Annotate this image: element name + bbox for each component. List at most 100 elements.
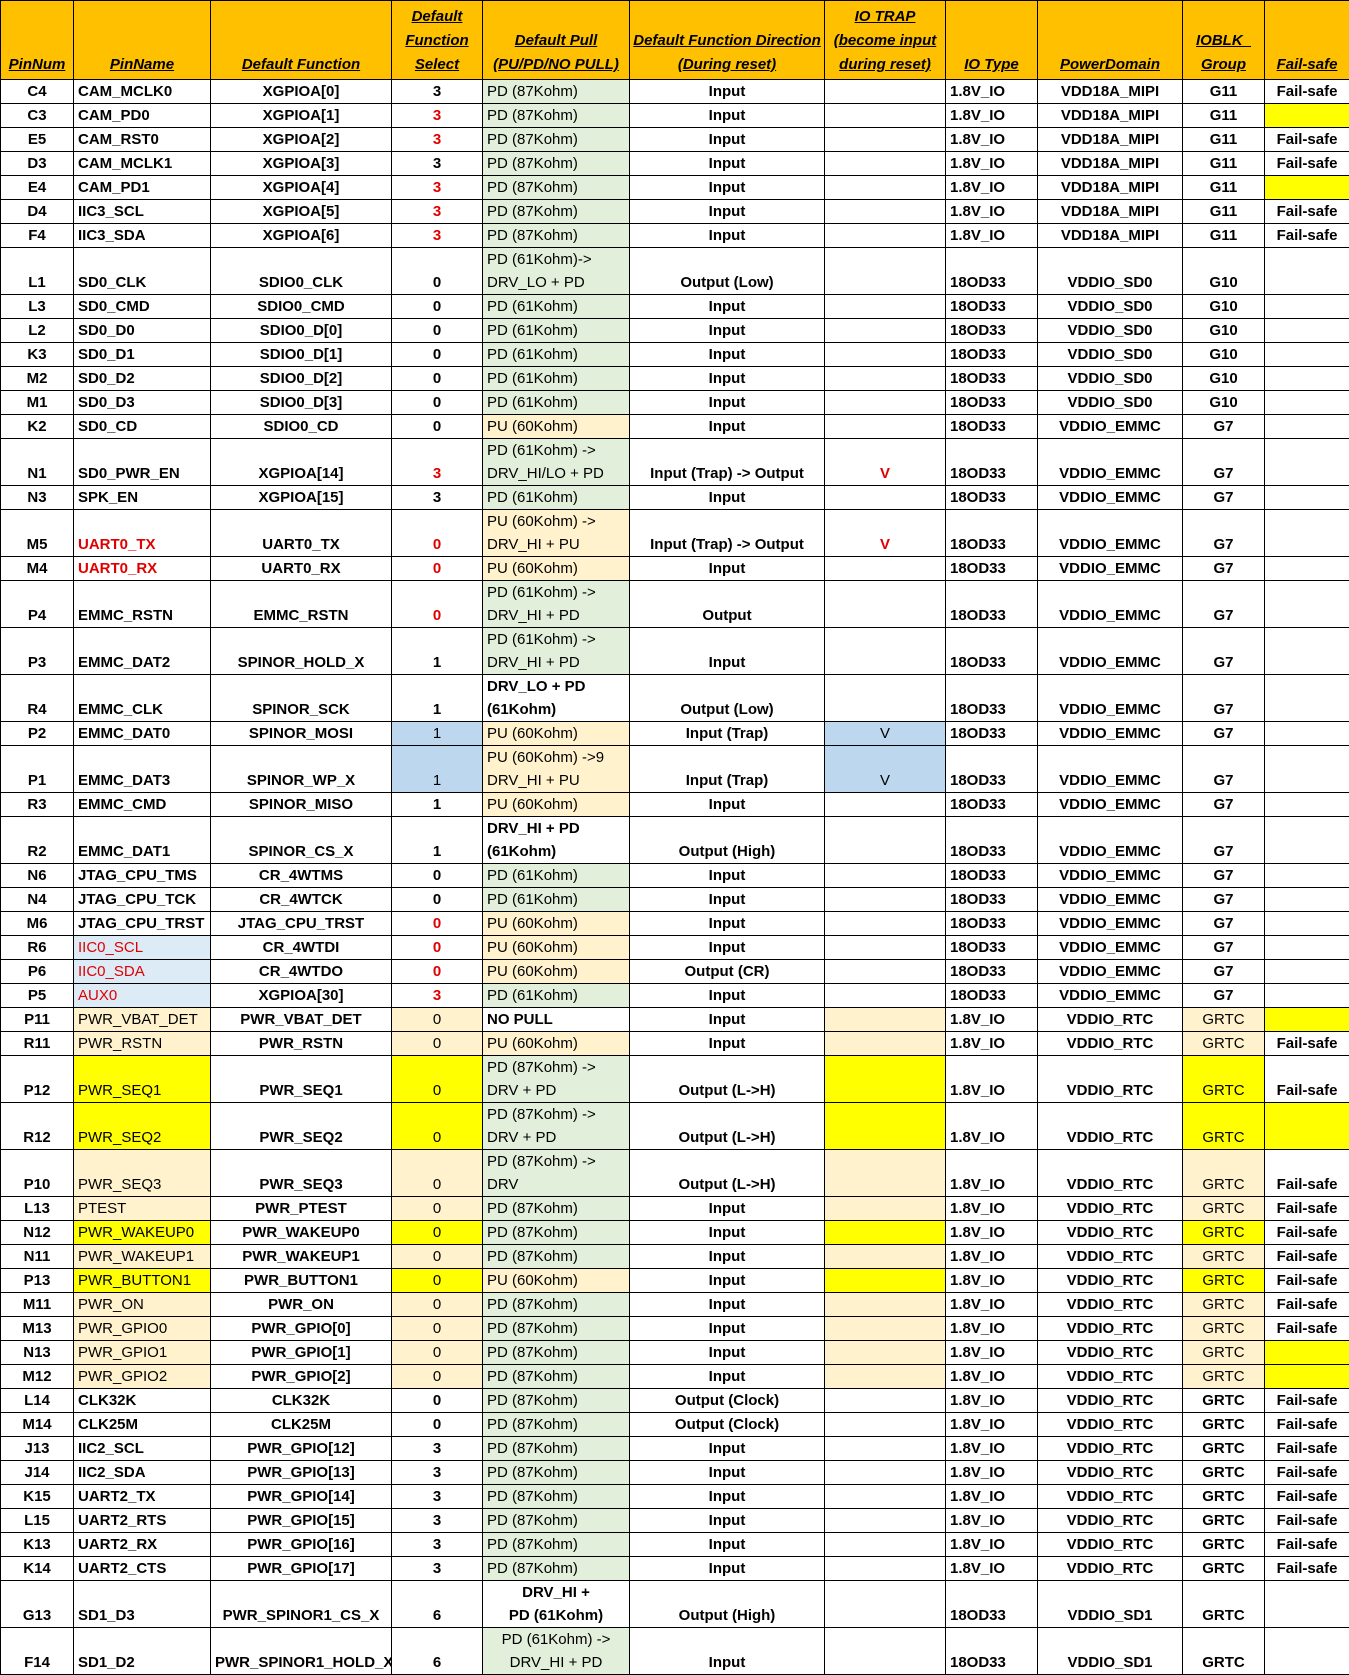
table-row: R11PWR_RSTNPWR_RSTN0PU (60Kohm)Input1.8V… [1, 1032, 1349, 1056]
default-pull-cell: PD (61Kohm) ->DRV_HI + PD [483, 628, 630, 675]
pull-line: PD (87Kohm) [487, 1461, 625, 1484]
fail-safe-cell [1265, 486, 1349, 510]
direction-cell: Input [630, 1557, 825, 1581]
io-type-cell: 18OD33 [946, 391, 1038, 415]
pin-num-cell: P3 [1, 628, 74, 675]
table-row: M1SD0_D3SDIO0_D[3]0PD (61Kohm)Input18OD3… [1, 391, 1349, 415]
pin-name-cell: AUX0 [74, 984, 211, 1008]
direction-cell: Output [630, 581, 825, 628]
function-select-cell: 0 [392, 581, 483, 628]
default-pull-cell: PU (60Kohm) [483, 912, 630, 936]
io-trap-cell [825, 391, 946, 415]
fail-safe-cell: Fail-safe [1265, 1317, 1349, 1341]
io-trap-cell [825, 557, 946, 581]
io-trap-cell [825, 367, 946, 391]
io-type-cell: 18OD33 [946, 581, 1038, 628]
fail-safe-cell: Fail-safe [1265, 1509, 1349, 1533]
io-type-cell: 1.8V_IO [946, 128, 1038, 152]
io-type-cell: 1.8V_IO [946, 152, 1038, 176]
power-domain-cell: VDDIO_EMMC [1038, 888, 1183, 912]
io-trap-cell [825, 581, 946, 628]
pin-num-cell: P12 [1, 1056, 74, 1103]
pull-line: PD (87Kohm) -> [487, 1056, 625, 1079]
pull-line: PD (87Kohm) [487, 1413, 625, 1436]
pull-line: PD (61Kohm) -> [487, 628, 625, 651]
default-function-cell: JTAG_CPU_TRST [211, 912, 392, 936]
table-row: N6JTAG_CPU_TMSCR_4WTMS0PD (61Kohm)Input1… [1, 864, 1349, 888]
io-type-cell: 18OD33 [946, 510, 1038, 557]
io-type-cell: 18OD33 [946, 984, 1038, 1008]
default-pull-cell: PD (87Kohm) [483, 1461, 630, 1485]
pin-name-cell: CAM_MCLK1 [74, 152, 211, 176]
io-type-cell: 18OD33 [946, 1581, 1038, 1628]
power-domain-cell: VDDIO_RTC [1038, 1413, 1183, 1437]
function-select-cell: 3 [392, 439, 483, 486]
io-trap-cell [825, 248, 946, 295]
function-select-cell: 3 [392, 1485, 483, 1509]
pin-name-cell: UART2_RX [74, 1533, 211, 1557]
direction-cell: Input [630, 1365, 825, 1389]
pin-num-cell: K3 [1, 343, 74, 367]
function-select-cell: 1 [392, 746, 483, 793]
io-trap-cell [825, 1365, 946, 1389]
fail-safe-cell [1265, 1341, 1349, 1365]
pull-line: PU (60Kohm) [487, 722, 625, 745]
fail-safe-cell: Fail-safe [1265, 1437, 1349, 1461]
io-type-cell: 1.8V_IO [946, 224, 1038, 248]
io-type-cell: 1.8V_IO [946, 1389, 1038, 1413]
default-pull-cell: PD (61Kohm) [483, 295, 630, 319]
io-trap-cell [825, 224, 946, 248]
fail-safe-cell [1265, 581, 1349, 628]
direction-cell: Input [630, 1485, 825, 1509]
function-select-cell: 3 [392, 984, 483, 1008]
direction-cell: Input [630, 319, 825, 343]
ioblk-group-cell: G7 [1183, 912, 1265, 936]
pull-line: PD (61Kohm) [487, 367, 625, 390]
io-trap-cell [825, 1293, 946, 1317]
fail-safe-cell [1265, 319, 1349, 343]
default-pull-cell: PD (61Kohm) [483, 367, 630, 391]
default-pull-cell: PU (60Kohm) [483, 1032, 630, 1056]
fail-safe-cell: Fail-safe [1265, 224, 1349, 248]
ioblk-group-cell: GRTC [1183, 1150, 1265, 1197]
io-trap-cell [825, 80, 946, 104]
pin-name-cell: EMMC_CLK [74, 675, 211, 722]
default-pull-cell: PD (61Kohm) ->DRV_HI/LO + PD [483, 439, 630, 486]
io-type-cell: 1.8V_IO [946, 1413, 1038, 1437]
ioblk-group-cell: GRTC [1183, 1485, 1265, 1509]
table-row: N13PWR_GPIO1PWR_GPIO[1]0PD (87Kohm)Input… [1, 1341, 1349, 1365]
io-type-cell: 1.8V_IO [946, 1221, 1038, 1245]
power-domain-cell: VDD18A_MIPI [1038, 224, 1183, 248]
table-row: N3SPK_ENXGPIOA[15]3PD (61Kohm)Input18OD3… [1, 486, 1349, 510]
power-domain-cell: VDDIO_EMMC [1038, 746, 1183, 793]
power-domain-cell: VDDIO_EMMC [1038, 581, 1183, 628]
ioblk-group-cell: GRTC [1183, 1533, 1265, 1557]
default-function-cell: SPINOR_HOLD_X [211, 628, 392, 675]
table-header: PinNum PinName Default Function Default … [1, 1, 1349, 80]
fail-safe-cell [1265, 675, 1349, 722]
fail-safe-cell [1265, 104, 1349, 128]
io-type-cell: 1.8V_IO [946, 1008, 1038, 1032]
fail-safe-cell: Fail-safe [1265, 1293, 1349, 1317]
default-pull-cell: PD (87Kohm) [483, 1389, 630, 1413]
pull-line: PD (87Kohm) [487, 1557, 625, 1580]
default-pull-cell: PD (87Kohm) [483, 224, 630, 248]
pin-name-cell: PWR_ON [74, 1293, 211, 1317]
fail-safe-cell [1265, 912, 1349, 936]
pull-line: DRV_LO + PD [487, 271, 625, 294]
default-pull-cell: PU (60Kohm) [483, 1269, 630, 1293]
power-domain-cell: VDDIO_EMMC [1038, 722, 1183, 746]
pin-name-cell: CAM_RST0 [74, 128, 211, 152]
ioblk-group-cell: GRTC [1183, 1245, 1265, 1269]
table-row: M11PWR_ONPWR_ON0PD (87Kohm)Input1.8V_IOV… [1, 1293, 1349, 1317]
table-row: R6IIC0_SCLCR_4WTDI0PU (60Kohm)Input18OD3… [1, 936, 1349, 960]
default-pull-cell: PD (87Kohm) [483, 1485, 630, 1509]
function-select-cell: 0 [392, 912, 483, 936]
default-function-cell: XGPIOA[5] [211, 200, 392, 224]
header-pin-name: PinName [74, 1, 211, 80]
fail-safe-cell [1265, 628, 1349, 675]
table-row: K13UART2_RXPWR_GPIO[16]3PD (87Kohm)Input… [1, 1533, 1349, 1557]
pull-line: PU (60Kohm) [487, 936, 625, 959]
direction-cell: Input [630, 628, 825, 675]
table-row: N4JTAG_CPU_TCKCR_4WTCK0PD (61Kohm)Input1… [1, 888, 1349, 912]
